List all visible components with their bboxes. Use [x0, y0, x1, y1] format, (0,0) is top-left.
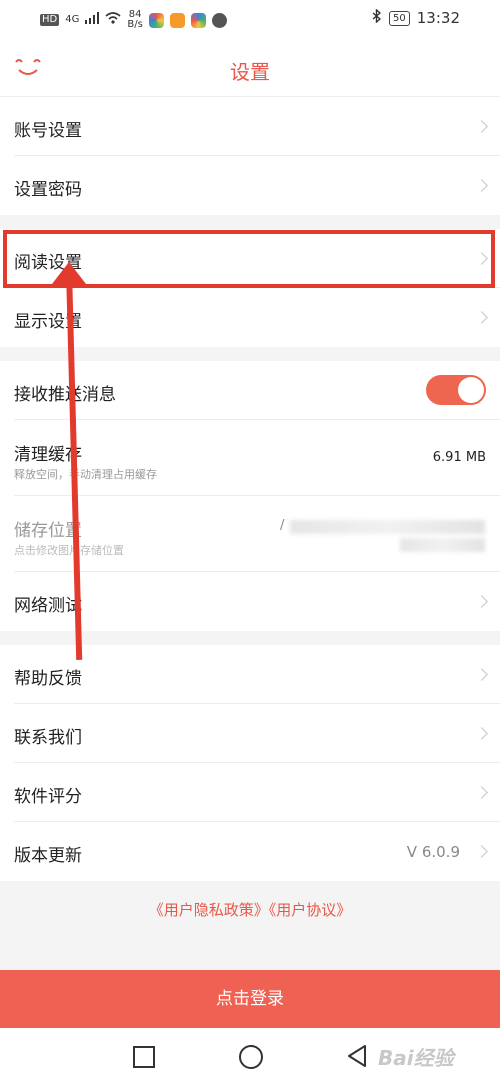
chevron-right-icon: [475, 179, 488, 192]
settings-row-account[interactable]: 账号设置: [0, 97, 500, 156]
page-title: 设置: [230, 60, 270, 84]
chevron-right-icon: [475, 668, 488, 681]
row-label: 账号设置: [14, 121, 82, 141]
settings-row-contact[interactable]: 联系我们: [0, 704, 500, 763]
blurred-path: [290, 520, 485, 534]
status-bar: HD 4G 84 B/s 50 13:32: [0, 0, 500, 38]
network-type: 4G: [65, 14, 80, 25]
chevron-right-icon: [475, 786, 488, 799]
login-button[interactable]: 点击登录: [0, 970, 500, 1028]
watermark: Bai经验: [378, 1046, 454, 1070]
signal-icon: [85, 12, 100, 28]
settings-row-version[interactable]: 版本更新 V 6.0.9: [0, 822, 500, 881]
nav-back-icon[interactable]: [346, 1044, 368, 1072]
chevron-right-icon: [475, 845, 488, 858]
policy-links[interactable]: 《用户隐私政策》《用户协议》: [0, 882, 500, 938]
app-icon-2: [169, 12, 185, 28]
row-label: 版本更新: [14, 846, 82, 866]
chevron-right-icon: [475, 311, 488, 324]
settings-row-display[interactable]: 显示设置: [0, 288, 500, 347]
header: 设置: [0, 38, 500, 97]
app-icon-4: [211, 12, 227, 28]
row-label: 设置密码: [14, 180, 82, 200]
app-icon-1: [148, 12, 164, 28]
blurred-path: [400, 538, 485, 552]
nav-bar: Bai经验: [0, 1028, 500, 1084]
version-number: V 6.0.9: [406, 843, 460, 861]
chevron-right-icon: [475, 595, 488, 608]
row-label: 网络测试: [14, 596, 82, 616]
chevron-right-icon: [475, 727, 488, 740]
settings-row-password[interactable]: 设置密码: [0, 156, 500, 215]
hd-indicator: HD: [40, 14, 60, 26]
row-label: 软件评分: [14, 787, 82, 807]
app-icon-3: [190, 12, 206, 28]
cache-size: 6.91 MB: [432, 450, 486, 465]
toggle-knob: [458, 377, 484, 403]
nav-recent-icon[interactable]: [133, 1046, 155, 1068]
nav-home-icon[interactable]: [239, 1045, 263, 1069]
net-speed: 84 B/s: [127, 9, 143, 30]
row-label: 联系我们: [14, 728, 82, 748]
annotation-arrow-head: [52, 262, 86, 284]
clock: 13:32: [416, 9, 460, 27]
settings-row-help[interactable]: 帮助反馈: [0, 645, 500, 704]
push-toggle[interactable]: [426, 375, 486, 405]
row-sublabel: 释放空间，手动清理占用缓存: [14, 468, 157, 481]
wifi-icon: [105, 12, 121, 28]
row-label: 接收推送消息: [14, 385, 116, 405]
battery-indicator: 50: [389, 10, 410, 26]
row-label: 帮助反馈: [14, 669, 82, 689]
chevron-right-icon: [475, 120, 488, 133]
bluetooth-icon: [372, 8, 382, 27]
row-sublabel: 点击修改图片存储位置: [14, 544, 124, 557]
settings-row-rating[interactable]: 软件评分: [0, 763, 500, 822]
storage-path: /: [280, 518, 285, 533]
